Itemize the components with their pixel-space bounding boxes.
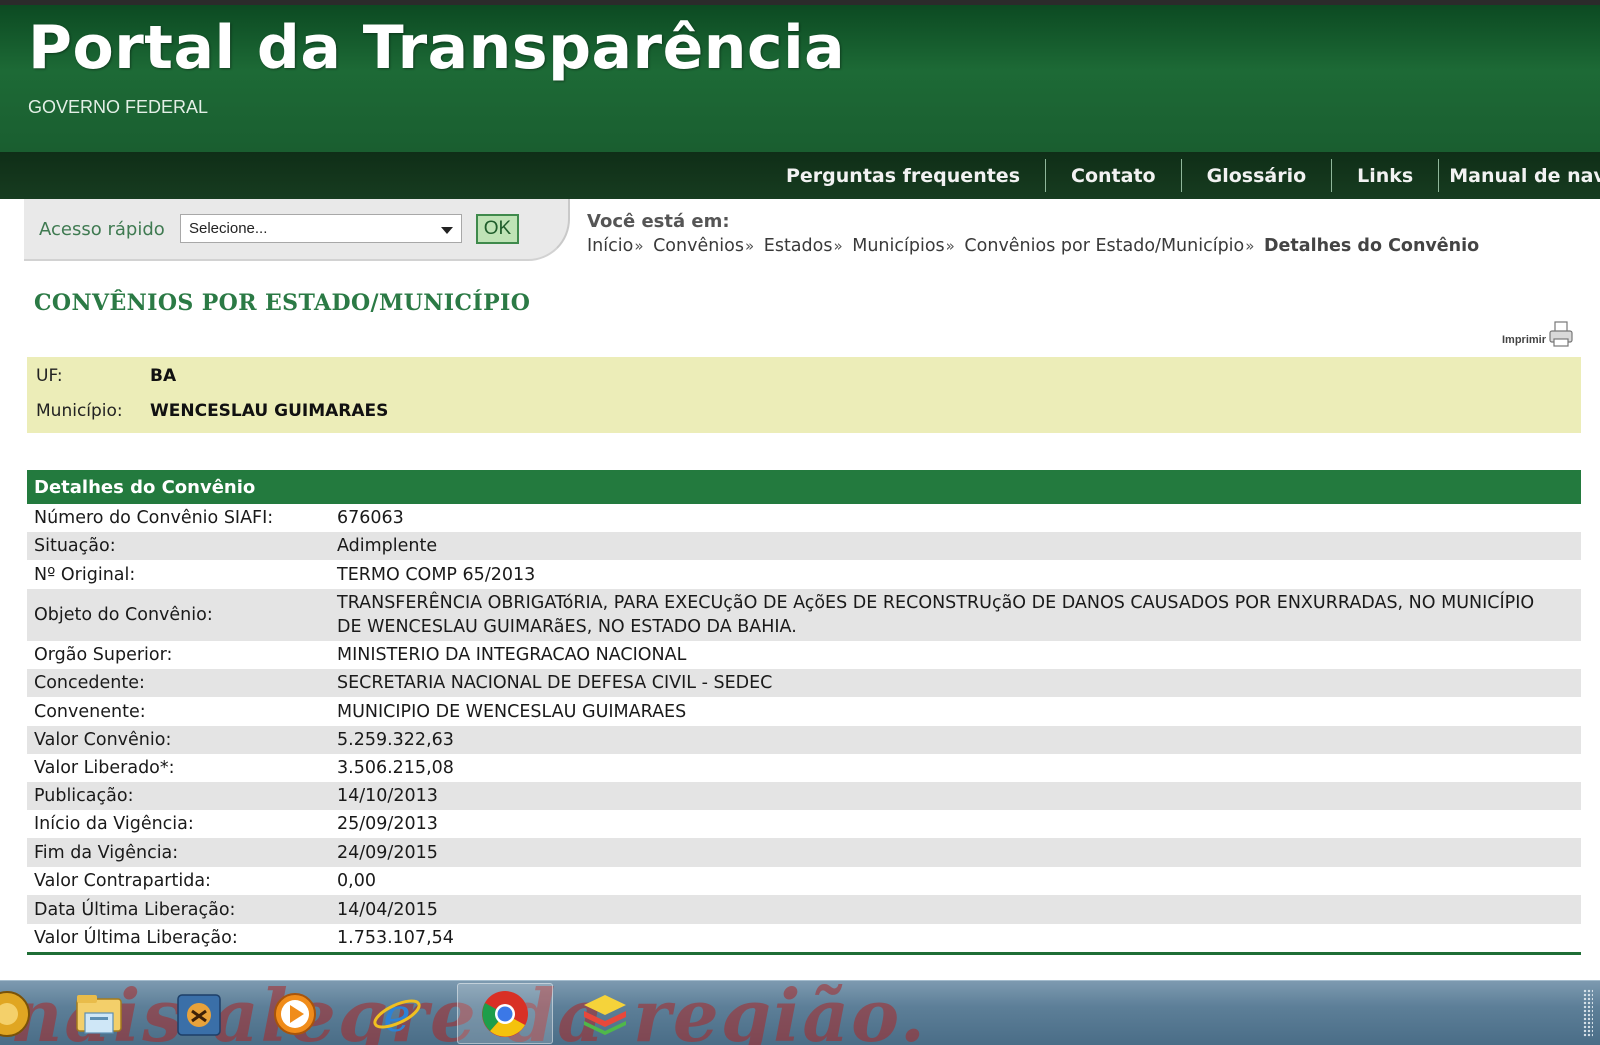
row-label: Orgão Superior: [34,645,173,665]
row-label: Concedente: [34,673,145,693]
row-value: 3.506.215,08 [337,758,454,778]
uf-label: UF: [36,366,63,386]
uf-value: BA [150,366,177,386]
uf-row: UF: BA [36,366,176,386]
row-label: Data Última Liberação: [34,899,236,920]
municipio-value: WENCESLAU GUIMARAES [150,401,389,421]
table-row: Número do Convênio SIAFI: 676063 [27,504,1581,532]
row-label: Publicação: [34,786,134,806]
row-label: Valor Liberado*: [34,758,175,778]
taskbar-grip[interactable] [1583,989,1593,1037]
table-row: Nº Original: TERMO COMP 65/2013 [27,560,1581,589]
site-header: Portal da Transparência GOVERNO FEDERAL [0,0,1600,152]
table-row: Orgão Superior: MINISTERIO DA INTEGRACAO… [27,641,1581,669]
media-player-icon[interactable] [268,987,322,1041]
breadcrumb-separator: » [833,237,843,255]
portal-title[interactable]: Portal da Transparência [28,13,845,83]
top-nav: Perguntas frequentes Contato Glossário L… [0,152,1600,199]
portal-subtitle: GOVERNO FEDERAL [28,97,209,117]
location-box: UF: BA Município: WENCESLAU GUIMARAES [27,357,1581,433]
print-button[interactable]: Imprimir [1502,320,1574,348]
municipio-row: Município: WENCESLAU GUIMARAES [36,401,388,421]
row-value: SECRETARIA NACIONAL DE DEFESA CIVIL - SE… [337,673,773,693]
breadcrumb-municipios[interactable]: Municípios [852,236,944,256]
row-value: Adimplente [337,536,438,556]
nav-links[interactable]: Links [1331,159,1438,192]
chrome-icon[interactable] [478,987,532,1041]
details-table: Detalhes do Convênio Número do Convênio … [27,470,1581,955]
row-value: MINISTERIO DA INTEGRACAO NACIONAL [337,645,687,665]
row-value: 676063 [337,508,404,528]
row-label: Convenente: [34,701,146,722]
media-folder-icon[interactable] [172,987,226,1041]
row-label: Valor Contrapartida: [34,871,211,891]
nav-contact[interactable]: Contato [1045,159,1181,192]
table-row: Convenente: MUNICIPIO DE WENCESLAU GUIMA… [27,697,1581,726]
details-heading: Detalhes do Convênio [27,470,1581,504]
svg-text:e: e [383,988,410,1041]
table-row: Situação: Adimplente [27,532,1581,560]
nav-manual[interactable]: Manual de navegaçã [1438,159,1600,192]
breadcrumb-convenios[interactable]: Convênios [653,236,744,256]
row-value: 5.259.322,63 [337,730,454,750]
table-bottom-border [27,952,1581,955]
breadcrumb-current: Detalhes do Convênio [1264,236,1480,256]
ok-button[interactable]: OK [476,214,519,244]
table-row: Início da Vigência: 25/09/2013 [27,810,1581,838]
print-label: Imprimir [1502,334,1547,346]
table-row: Valor Convênio: 5.259.322,63 [27,726,1581,754]
table-row: Valor Liberado*: 3.506.215,08 [27,754,1581,782]
row-value: 0,00 [337,871,376,891]
row-value: 25/09/2013 [337,814,438,834]
breadcrumb-inicio[interactable]: Início [587,236,633,256]
internet-explorer-icon[interactable]: e [370,987,424,1041]
table-row: Concedente: SECRETARIA NACIONAL DE DEFES… [27,669,1581,697]
breadcrumb-separator: » [634,237,644,255]
row-label: Situação: [34,536,116,556]
table-row: Valor Última Liberação: 1.753.107,54 [27,924,1581,952]
breadcrumb-estados[interactable]: Estados [764,236,833,256]
row-value: TERMO COMP 65/2013 [337,564,536,585]
nav-glossary[interactable]: Glossário [1180,159,1332,192]
table-row: Valor Contrapartida: 0,00 [27,867,1581,895]
breadcrumb: Início» Convênios» Estados» Municípios» … [587,236,1479,256]
breadcrumb-convenios-estado[interactable]: Convênios por Estado/Município [964,236,1244,256]
chevron-down-icon[interactable] [441,227,453,234]
bluestacks-icon[interactable] [578,987,632,1041]
row-label: Início da Vigência: [34,814,194,834]
row-label: Fim da Vigência: [34,842,179,863]
row-value: TRANSFERÊNCIA OBRIGATóRIA, PARA EXECUçãO… [337,593,1535,637]
row-label: Objeto do Convênio: [34,605,213,625]
quick-access-select[interactable]: Selecione... [180,214,462,243]
row-value: 24/09/2015 [337,842,438,863]
table-row: Publicação: 14/10/2013 [27,782,1581,810]
row-value: 14/10/2013 [337,786,438,806]
row-label: Valor Última Liberação: [34,928,238,948]
breadcrumb-separator: » [745,237,755,255]
taskbar: nais alegre da região. e [0,980,1600,1045]
nav-faq[interactable]: Perguntas frequentes [772,159,1045,192]
row-value: MUNICIPIO DE WENCESLAU GUIMARAES [337,701,687,722]
breadcrumb-separator: » [1245,237,1255,255]
quick-access-select-value: Selecione... [189,220,268,237]
start-orb-icon[interactable] [0,987,34,1041]
table-row: Objeto do Convênio: TRANSFERÊNCIA OBRIGA… [27,589,1581,641]
table-row: Fim da Vigência: 24/09/2015 [27,838,1581,867]
row-value: 1.753.107,54 [337,928,454,948]
quick-access-panel: Acesso rápido Selecione... OK [24,199,570,261]
row-label: Número do Convênio SIAFI: [34,508,274,528]
page-title: CONVÊNIOS POR ESTADO/MUNICÍPIO [34,290,531,316]
breadcrumb-separator: » [945,237,955,255]
printer-icon[interactable] [1548,320,1574,348]
row-label: Valor Convênio: [34,730,172,750]
explorer-icon[interactable] [72,987,126,1041]
municipio-label: Município: [36,401,123,421]
breadcrumb-heading: Você está em: [587,211,730,232]
table-row: Data Última Liberação: 14/04/2015 [27,895,1581,924]
row-label: Nº Original: [34,564,136,585]
quick-access-label: Acesso rápido [39,219,165,240]
row-value: 14/04/2015 [337,899,438,920]
